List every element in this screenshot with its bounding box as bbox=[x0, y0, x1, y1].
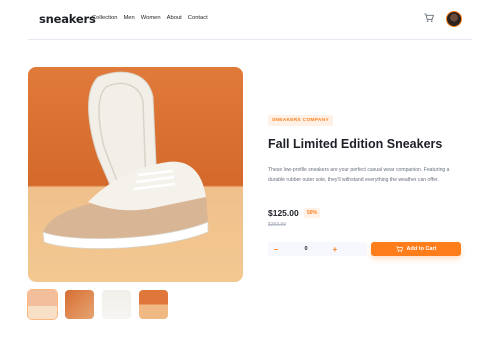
decrease-button[interactable]: − bbox=[271, 244, 281, 254]
thumbnail-list bbox=[27, 289, 168, 320]
product-main-image[interactable] bbox=[28, 67, 243, 282]
company-label: SNEAKERS COMPANY bbox=[268, 115, 333, 126]
product-title: Fall Limited Edition Sneakers bbox=[268, 137, 443, 151]
nav-contact[interactable]: Contact bbox=[188, 15, 208, 21]
product-price: $125.00 bbox=[268, 208, 299, 218]
add-to-cart-button[interactable]: Add to Cart bbox=[371, 242, 461, 256]
nav-collection[interactable]: Collection bbox=[92, 15, 117, 21]
old-price: $250.00 bbox=[268, 222, 287, 228]
thumbnail-3[interactable] bbox=[102, 290, 131, 319]
thumbnail-1[interactable] bbox=[27, 289, 58, 320]
site-header: sneakers Collection Men Women About Cont… bbox=[28, 0, 472, 40]
quantity-value: 0 bbox=[304, 246, 308, 252]
thumbnail-4[interactable] bbox=[139, 290, 168, 319]
product-description: These low-profile sneakers are your perf… bbox=[268, 167, 450, 183]
nav-men[interactable]: Men bbox=[123, 15, 134, 21]
cart-icon bbox=[395, 245, 403, 252]
logo[interactable]: sneakers bbox=[39, 12, 96, 26]
discount-badge: 50% bbox=[304, 208, 321, 218]
main-nav: Collection Men Women About Contact bbox=[92, 15, 208, 21]
sneaker-image bbox=[42, 71, 209, 249]
add-to-cart-label: Add to Cart bbox=[406, 246, 437, 252]
cart-icon[interactable] bbox=[424, 13, 434, 23]
quantity-stepper: − 0 + bbox=[268, 242, 367, 256]
increase-button[interactable]: + bbox=[330, 244, 340, 254]
thumbnail-2[interactable] bbox=[65, 290, 94, 319]
avatar[interactable] bbox=[446, 11, 462, 27]
nav-women[interactable]: Women bbox=[141, 15, 161, 21]
nav-about[interactable]: About bbox=[167, 15, 182, 21]
